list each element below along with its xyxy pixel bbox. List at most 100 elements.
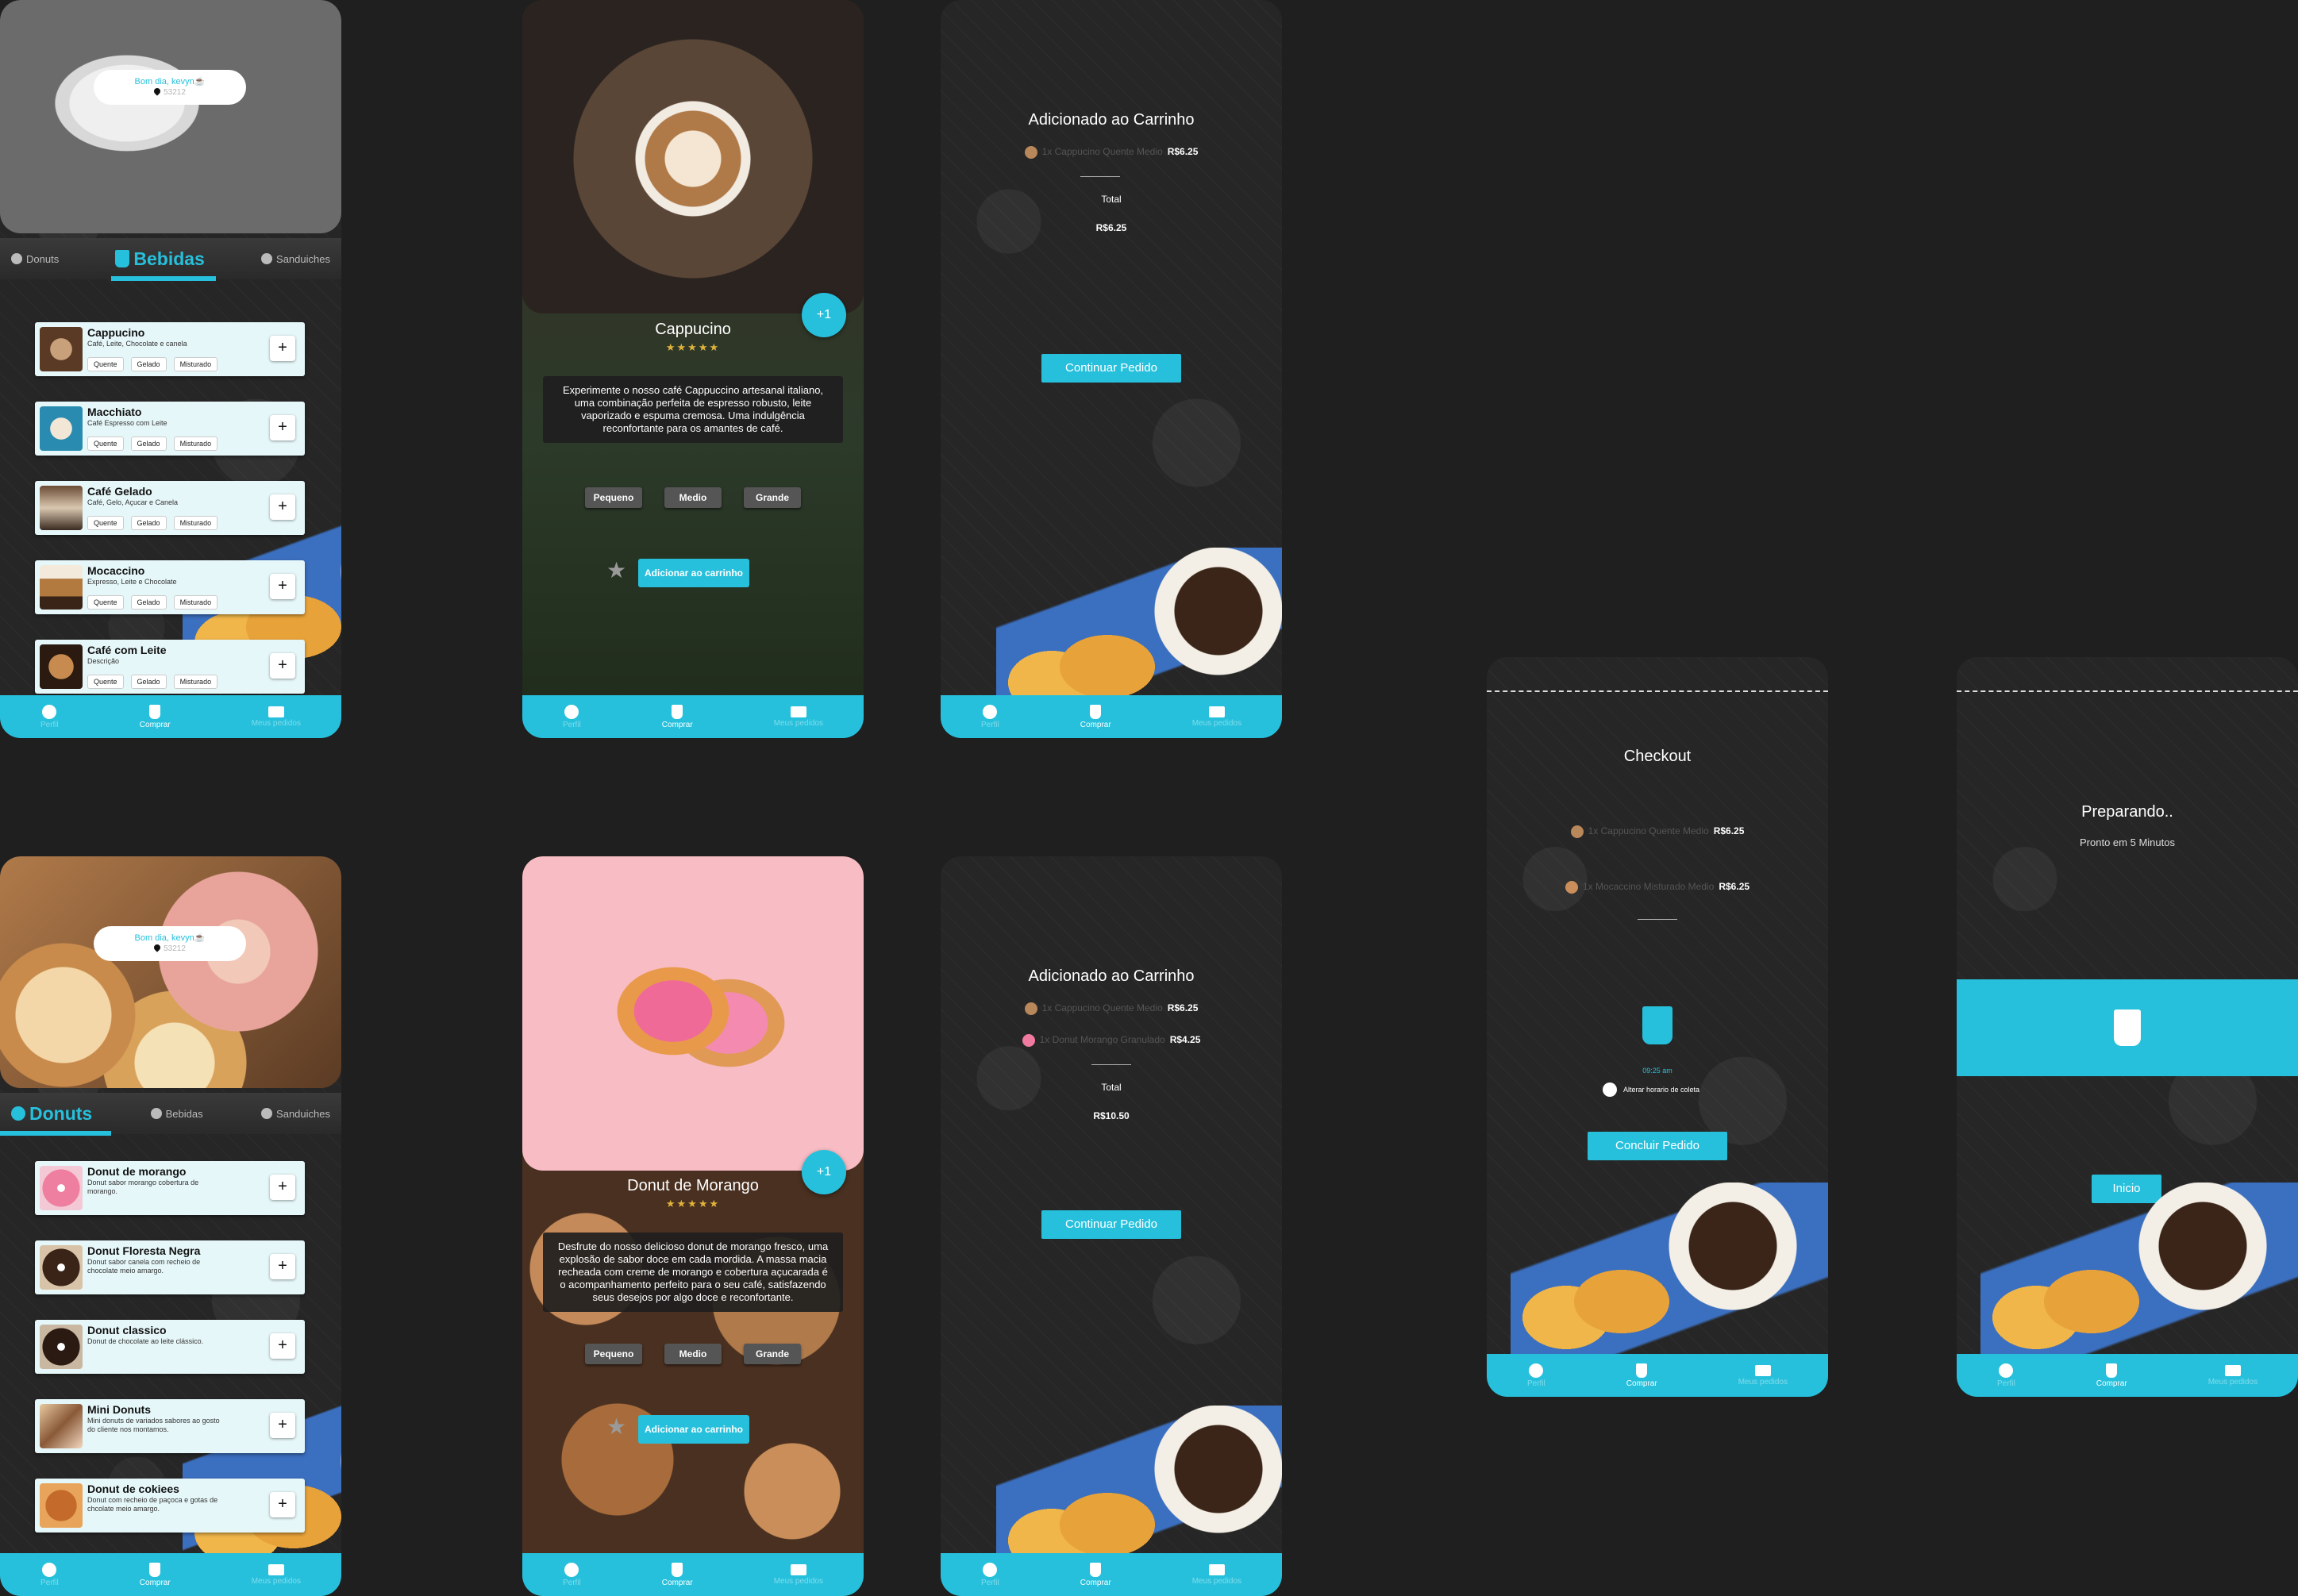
size-medio-button[interactable]: Medio <box>664 1344 722 1364</box>
nav-perfil[interactable]: Perfil <box>563 1562 581 1587</box>
tab-donuts[interactable]: Donuts <box>11 1103 92 1125</box>
chip-quente[interactable]: Quente <box>87 595 124 610</box>
nav-perfil[interactable]: Perfil <box>40 704 59 729</box>
favorite-star-icon[interactable]: ★ <box>606 1413 626 1440</box>
product-card[interactable]: Donut classico Donut de chocolate ao lei… <box>35 1320 305 1374</box>
greeting-text: Bom dia, kevyn☕ <box>134 933 206 943</box>
product-card[interactable]: Café Gelado Café, Gelo, Açucar e Canela … <box>35 481 305 535</box>
add-button[interactable]: + <box>270 415 295 440</box>
cup-icon <box>149 704 161 719</box>
add-button[interactable]: + <box>270 1254 295 1279</box>
nav-pedidos[interactable]: Meus pedidos <box>1192 1563 1241 1586</box>
product-card[interactable]: Donut de morango Donut sabor morango cob… <box>35 1161 305 1215</box>
tab-bebidas[interactable]: Bebidas <box>115 248 205 270</box>
user-icon <box>42 1562 57 1577</box>
product-card[interactable]: Donut Floresta Negra Donut sabor canela … <box>35 1240 305 1294</box>
product-name: Café com Leite <box>87 644 167 656</box>
total-label: Total <box>1101 1082 1122 1093</box>
add-button[interactable]: + <box>270 1175 295 1200</box>
product-card[interactable]: Cappucino Café, Leite, Chocolate e canel… <box>35 322 305 376</box>
tab-donuts[interactable]: Donuts <box>11 253 59 265</box>
nav-pedidos[interactable]: Meus pedidos <box>774 706 823 728</box>
nav-comprar[interactable]: Comprar <box>662 1562 693 1587</box>
chip-gelado[interactable]: Gelado <box>130 516 167 530</box>
nav-pedidos[interactable]: Meus pedidos <box>2208 1364 2258 1386</box>
tab-sanduiches[interactable]: Sanduiches <box>261 1108 330 1120</box>
nav-perfil[interactable]: Perfil <box>40 1562 59 1587</box>
continue-order-button[interactable]: Continuar Pedido <box>1041 354 1181 383</box>
nav-comprar[interactable]: Comprar <box>1080 704 1111 729</box>
cup-icon <box>1636 1363 1648 1378</box>
nav-pedidos[interactable]: Meus pedidos <box>1192 706 1241 728</box>
chip-misturado[interactable]: Misturado <box>173 595 218 610</box>
nav-comprar[interactable]: Comprar <box>140 704 171 729</box>
complete-order-button[interactable]: Concluir Pedido <box>1588 1132 1727 1160</box>
add-button[interactable]: + <box>270 1413 295 1438</box>
nav-pedidos[interactable]: Meus pedidos <box>252 706 301 728</box>
bottom-nav: Perfil Comprar Meus pedidos <box>0 695 341 738</box>
product-card[interactable]: Donut de cokiees Donut com recheio de pa… <box>35 1479 305 1533</box>
nav-comprar[interactable]: Comprar <box>140 1562 171 1587</box>
add-button[interactable]: + <box>270 574 295 599</box>
screen-product-detail-cappucino: +1 Cappucino ★★★★★ Experimente o nosso c… <box>522 0 864 738</box>
size-grande-button[interactable]: Grande <box>744 1344 801 1364</box>
coffee-donuts-image <box>1980 1183 2298 1365</box>
chip-misturado[interactable]: Misturado <box>173 357 218 371</box>
cart-title: Adicionado ao Carrinho <box>1028 967 1195 985</box>
size-grande-button[interactable]: Grande <box>744 487 801 508</box>
product-card[interactable]: Macchiato Café Espresso com Leite Quente… <box>35 402 305 456</box>
add-button[interactable]: + <box>270 336 295 361</box>
nav-perfil[interactable]: Perfil <box>981 704 999 729</box>
chip-misturado[interactable]: Misturado <box>173 516 218 530</box>
cup-icon <box>149 1562 161 1577</box>
sandwich-icon <box>261 253 273 264</box>
chip-quente[interactable]: Quente <box>87 675 124 689</box>
cart-icon <box>268 1563 284 1575</box>
nav-perfil[interactable]: Perfil <box>1997 1363 2015 1388</box>
chip-gelado[interactable]: Gelado <box>130 595 167 610</box>
add-button[interactable]: + <box>270 653 295 679</box>
chip-misturado[interactable]: Misturado <box>173 675 218 689</box>
size-medio-button[interactable]: Medio <box>664 487 722 508</box>
add-button[interactable]: + <box>270 1492 295 1517</box>
product-thumbnail <box>40 406 83 451</box>
change-pickup-time-link[interactable]: Alterar horario de coleta <box>1603 1083 1699 1097</box>
tab-bebidas[interactable]: Bebidas <box>150 1108 203 1120</box>
donut-icon <box>11 1106 25 1121</box>
chip-quente[interactable]: Quente <box>87 357 124 371</box>
size-pequeno-button[interactable]: Pequeno <box>585 1344 642 1364</box>
add-to-cart-button[interactable]: Adicionar ao carrinho <box>638 1415 749 1444</box>
product-card[interactable]: Mocaccino Expresso, Leite e Chocolate Qu… <box>35 560 305 614</box>
nav-perfil[interactable]: Perfil <box>563 704 581 729</box>
product-card[interactable]: Café com Leite Descrição Quente Gelado Mis… <box>35 640 305 694</box>
chip-quente[interactable]: Quente <box>87 436 124 451</box>
favorite-star-icon[interactable]: ★ <box>606 557 626 583</box>
add-to-cart-button[interactable]: Adicionar ao carrinho <box>638 559 749 587</box>
product-card[interactable]: Mini Donuts Mini donuts de variados sabo… <box>35 1399 305 1453</box>
chip-gelado[interactable]: Gelado <box>130 357 167 371</box>
chip-quente[interactable]: Quente <box>87 516 124 530</box>
add-button[interactable]: + <box>270 494 295 520</box>
nav-pedidos[interactable]: Meus pedidos <box>1738 1364 1788 1386</box>
size-pequeno-button[interactable]: Pequeno <box>585 487 642 508</box>
add-button[interactable]: + <box>270 1333 295 1359</box>
nav-comprar[interactable]: Comprar <box>662 704 693 729</box>
nav-perfil[interactable]: Perfil <box>1527 1363 1545 1388</box>
clock-icon <box>1603 1083 1617 1097</box>
tab-sanduiches[interactable]: Sanduiches <box>261 253 330 265</box>
chip-misturado[interactable]: Misturado <box>173 436 218 451</box>
nav-pedidos[interactable]: Meus pedidos <box>252 1563 301 1586</box>
nav-comprar[interactable]: Comprar <box>2096 1363 2127 1388</box>
cup-icon <box>2114 1010 2141 1046</box>
nav-comprar[interactable]: Comprar <box>1080 1562 1111 1587</box>
continue-order-button[interactable]: Continuar Pedido <box>1041 1210 1181 1239</box>
chip-gelado[interactable]: Gelado <box>130 675 167 689</box>
nav-comprar[interactable]: Comprar <box>1626 1363 1657 1388</box>
divider <box>1080 176 1120 177</box>
chip-gelado[interactable]: Gelado <box>130 436 167 451</box>
cappucino-top-image <box>522 0 864 313</box>
nav-perfil[interactable]: Perfil <box>981 1562 999 1587</box>
screen-product-detail-donut: +1 Donut de Morango ★★★★★ Desfrute do no… <box>522 856 864 1596</box>
coffee-donuts-image <box>996 548 1282 706</box>
nav-pedidos[interactable]: Meus pedidos <box>774 1563 823 1586</box>
